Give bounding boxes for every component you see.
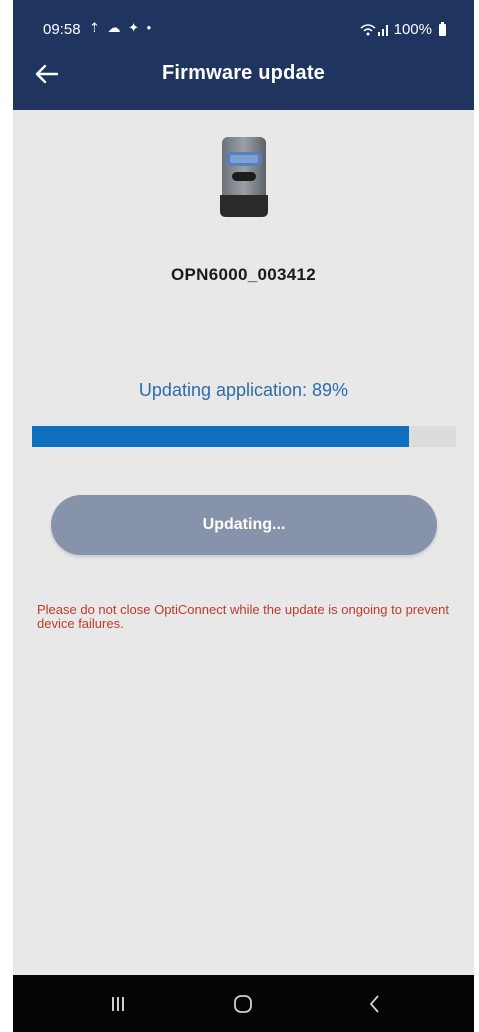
recent-apps-icon	[112, 996, 124, 1011]
system-back-button[interactable]	[345, 975, 405, 1032]
warning-message: Please do not close OptiConnect while th…	[37, 602, 449, 631]
updating-button[interactable]: Updating...	[51, 495, 437, 555]
back-chevron-icon	[369, 994, 379, 1013]
wifi-signal-icon	[360, 23, 388, 36]
progress-bar-fill	[32, 426, 410, 447]
status-bar: 09:58 ⇡ ☁ ✦ • 100%	[13, 0, 474, 42]
device-name: OPN6000_003412	[170, 265, 317, 284]
battery-level: 100%	[393, 21, 432, 38]
phone-screen: 09:58 ⇡ ☁ ✦ • 100% Firmware update OPN60…	[13, 0, 474, 1032]
page-title: Firmware update	[161, 62, 326, 84]
system-navigation-bar	[13, 975, 474, 1032]
recent-apps-button[interactable]	[88, 975, 148, 1032]
status-time: 09:58	[43, 21, 81, 38]
home-icon	[234, 994, 252, 1013]
app-bar: Firmware update	[13, 42, 474, 110]
device-image	[220, 137, 268, 217]
status-right: 100%	[360, 21, 446, 38]
progress-bar	[32, 426, 456, 447]
notification-icons: ⇡ ☁ ✦ •	[89, 20, 154, 35]
battery-icon	[439, 21, 446, 36]
home-button[interactable]	[213, 975, 273, 1032]
progress-label: Updating application: 89%	[138, 380, 349, 400]
